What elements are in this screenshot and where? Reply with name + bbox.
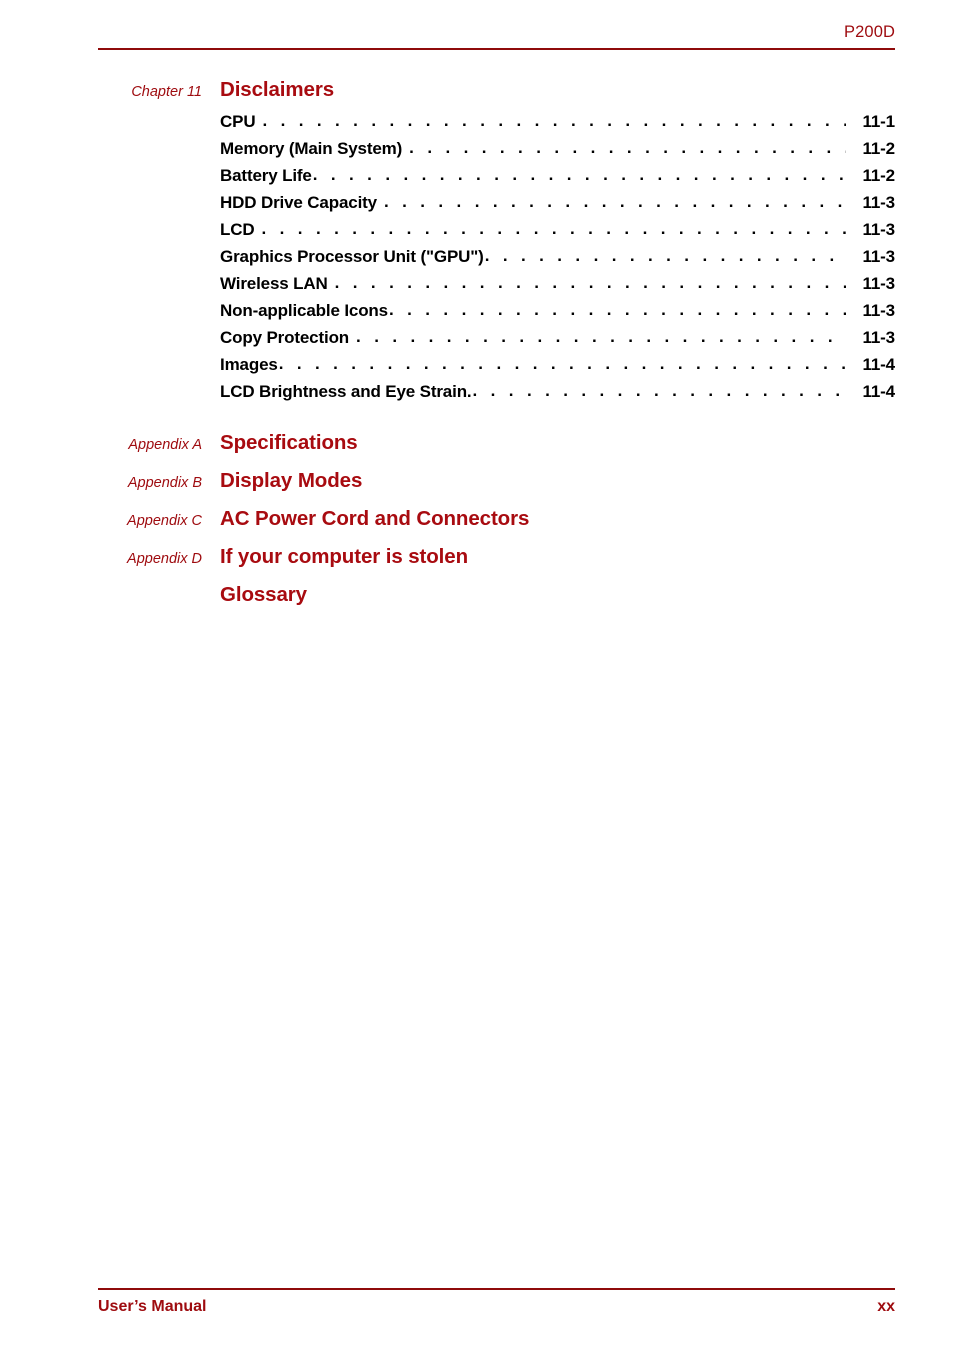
appendix-label: Appendix A (128, 437, 202, 453)
dot-leader: . . . . . . . . . . . . . . . . . . . . … (312, 165, 846, 184)
toc-entry[interactable]: Battery Life. . . . . . . . . . . . . . … (0, 165, 954, 193)
document-model-name: P200D (844, 23, 895, 41)
dot-leader: . . . . . . . . . . . . . . . . . . . . … (334, 273, 846, 292)
toc-entry[interactable]: HDD Drive Capacity . . . . . . . . . . . … (0, 192, 954, 220)
footer-rule (98, 1288, 895, 1290)
appendix-title[interactable]: Specifications (220, 431, 358, 455)
toc-entry-page-number: 11-3 (862, 301, 896, 320)
appendix-row: Appendix B Display Modes (0, 469, 954, 507)
footer-page-number: xx (877, 1298, 895, 1315)
toc-entry-page-number: 11-3 (862, 220, 896, 239)
toc-entry-title: Memory (Main System) (220, 139, 403, 158)
appendix-label: Appendix D (127, 551, 202, 567)
toc-entry[interactable]: Graphics Processor Unit ("GPU"). . . . .… (0, 246, 954, 274)
toc-entry[interactable]: Copy Protection . . . . . . . . . . . . .… (0, 327, 954, 355)
toc-entry[interactable]: Wireless LAN . . . . . . . . . . . . . . … (0, 273, 954, 301)
table-of-contents: Chapter 11 Disclaimers CPU . . . . . . . … (0, 78, 954, 621)
toc-entry-page-number: 11-1 (862, 112, 896, 131)
toc-entry[interactable]: Images. . . . . . . . . . . . . . . . . … (0, 354, 954, 382)
manual-label: User’s Manual (98, 1298, 207, 1315)
appendix-title[interactable]: If your computer is stolen (220, 545, 468, 569)
toc-entry[interactable]: Memory (Main System) . . . . . . . . . . … (0, 138, 954, 166)
appendix-row: Appendix A Specifications (0, 431, 954, 469)
appendix-title[interactable]: Display Modes (220, 469, 362, 493)
toc-entry-page-number: 11-3 (862, 274, 896, 293)
toc-entry-page-number: 11-4 (862, 355, 896, 374)
appendix-row: Glossary (0, 583, 954, 621)
toc-entry-title: Graphics Processor Unit ("GPU") (220, 247, 484, 266)
toc-entry-page-number: 11-3 (862, 328, 896, 347)
appendix-row: Appendix C AC Power Cord and Connectors (0, 507, 954, 545)
appendix-row: Appendix D If your computer is stolen (0, 545, 954, 583)
page-header: P200D (98, 22, 895, 50)
dot-leader: . . . . . . . . . . . . . . . . . . . . … (278, 354, 846, 373)
appendix-title[interactable]: AC Power Cord and Connectors (220, 507, 529, 531)
toc-entry-title: Non-applicable Icons (220, 301, 388, 320)
dot-leader: . . . . . . . . . . . . . . . . . . . . … (262, 111, 846, 130)
toc-entry-title: Copy Protection (220, 328, 350, 347)
dot-leader: . . . . . . . . . . . . . . . . . . . . … (261, 219, 847, 238)
appendix-list: Appendix A Specifications Appendix B Displa… (0, 431, 954, 621)
chapter-label: Chapter 11 (131, 84, 202, 100)
appendix-title[interactable]: Glossary (220, 583, 307, 607)
document-page: P200D Chapter 11 Disclaimers CPU . . . . … (0, 0, 954, 1351)
dot-leader: . . . . . . . . . . . . . . . . . . . . … (388, 300, 846, 319)
dot-leader: . . . . . . . . . . . . . . . . . . . . … (383, 192, 846, 211)
toc-entry[interactable]: Non-applicable Icons. . . . . . . . . . … (0, 300, 954, 328)
toc-entry-title: Wireless LAN (220, 274, 328, 293)
toc-entry[interactable]: CPU . . . . . . . . . . . . . . . . . . .… (0, 111, 954, 139)
appendix-label: Appendix C (127, 513, 202, 529)
toc-entry-page-number: 11-2 (862, 139, 896, 158)
footer-row: User’s Manual xx (98, 1298, 895, 1316)
dot-leader: . . . . . . . . . . . . . . . . . . . . … (356, 327, 846, 346)
appendix-label: Appendix B (127, 475, 202, 491)
toc-entry[interactable]: LCD Brightness and Eye Strain.. . . . . … (0, 381, 954, 409)
toc-entry-page-number: 11-2 (862, 166, 896, 185)
toc-entry-title: Images (220, 355, 278, 374)
dot-leader: . . . . . . . . . . . . . . . . . . . . … (409, 138, 846, 157)
toc-entry-page-number: 11-3 (862, 247, 896, 266)
toc-entry-page-number: 11-3 (862, 193, 896, 212)
chapter-title[interactable]: Disclaimers (220, 78, 334, 102)
dot-leader: . . . . . . . . . . . . . . . . . . . . … (472, 381, 847, 400)
dot-leader: . . . . . . . . . . . . . . . . . . . . … (484, 246, 846, 265)
toc-entry-list: CPU . . . . . . . . . . . . . . . . . . .… (0, 111, 954, 409)
toc-entry[interactable]: LCD . . . . . . . . . . . . . . . . . . .… (0, 219, 954, 247)
header-rule (98, 48, 895, 50)
toc-entry-title: Battery Life (220, 166, 312, 185)
toc-entry-page-number: 11-4 (862, 382, 896, 401)
toc-entry-title: LCD (220, 220, 255, 239)
page-footer: User’s Manual xx (98, 1288, 895, 1316)
toc-entry-title: HDD Drive Capacity (220, 193, 377, 212)
toc-entry-title: CPU (220, 112, 256, 131)
chapter-heading-row: Chapter 11 Disclaimers (0, 78, 954, 108)
toc-entry-title: LCD Brightness and Eye Strain. (220, 382, 472, 401)
